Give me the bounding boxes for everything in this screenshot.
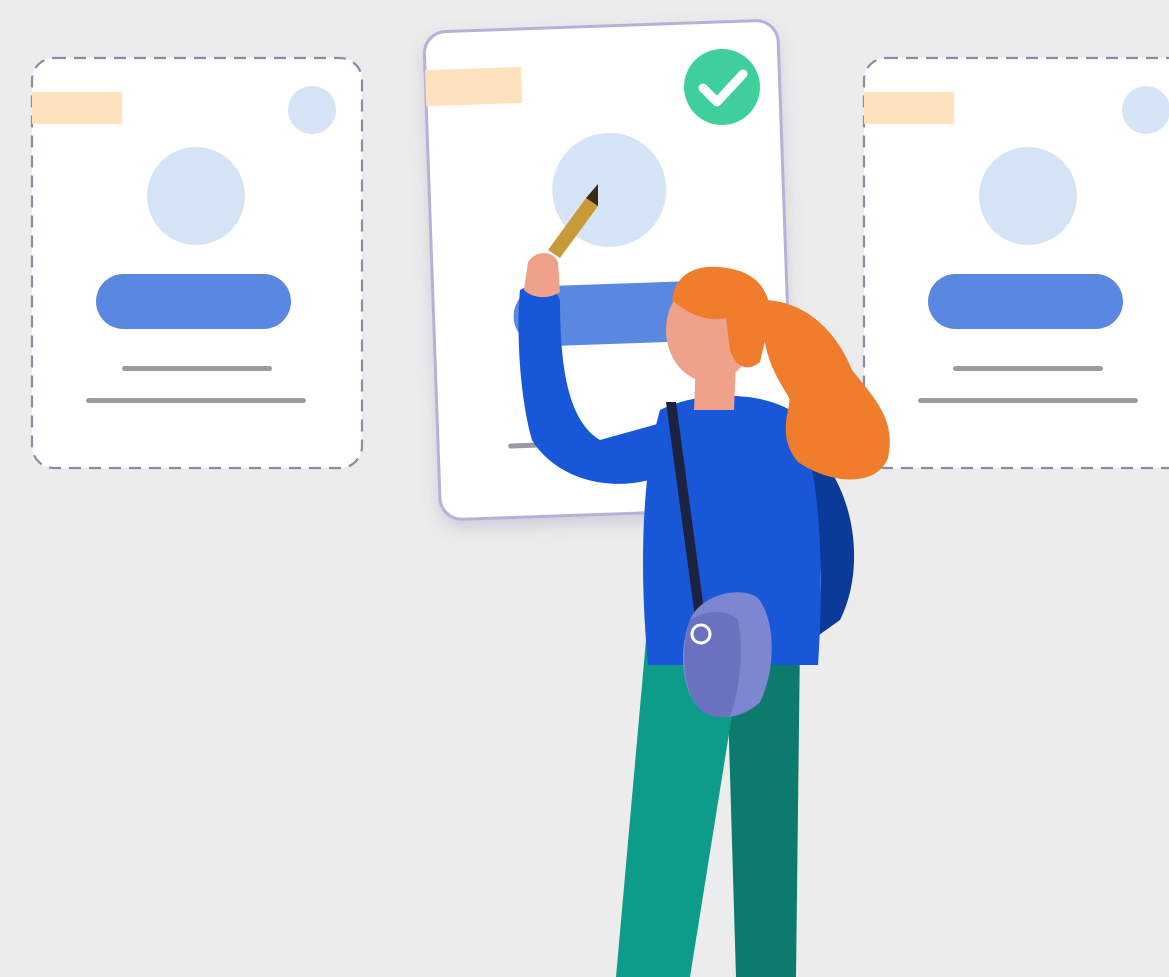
- card-right-text-line-short: [953, 366, 1103, 371]
- card-right[interactable]: [862, 56, 1169, 470]
- shoulder-bag: [682, 592, 772, 718]
- card-right-avatar: [979, 147, 1077, 245]
- small-dot-icon: [1122, 86, 1169, 134]
- card-left-text-line-short: [122, 366, 272, 371]
- illustration-scene: [0, 0, 1169, 977]
- card-left-avatar: [147, 147, 245, 245]
- card-left-text-line-long: [86, 398, 306, 403]
- card-left-header-tag: [32, 92, 122, 124]
- card-right-header-tag: [864, 92, 954, 124]
- check-badge-icon: [684, 49, 760, 125]
- card-center-header-tag: [424, 66, 523, 107]
- card-right-primary-button[interactable]: [928, 274, 1123, 329]
- card-left[interactable]: [30, 56, 364, 470]
- card-right-text-line-long: [918, 398, 1138, 403]
- card-left-primary-button[interactable]: [96, 274, 291, 329]
- small-dot-icon: [288, 86, 336, 134]
